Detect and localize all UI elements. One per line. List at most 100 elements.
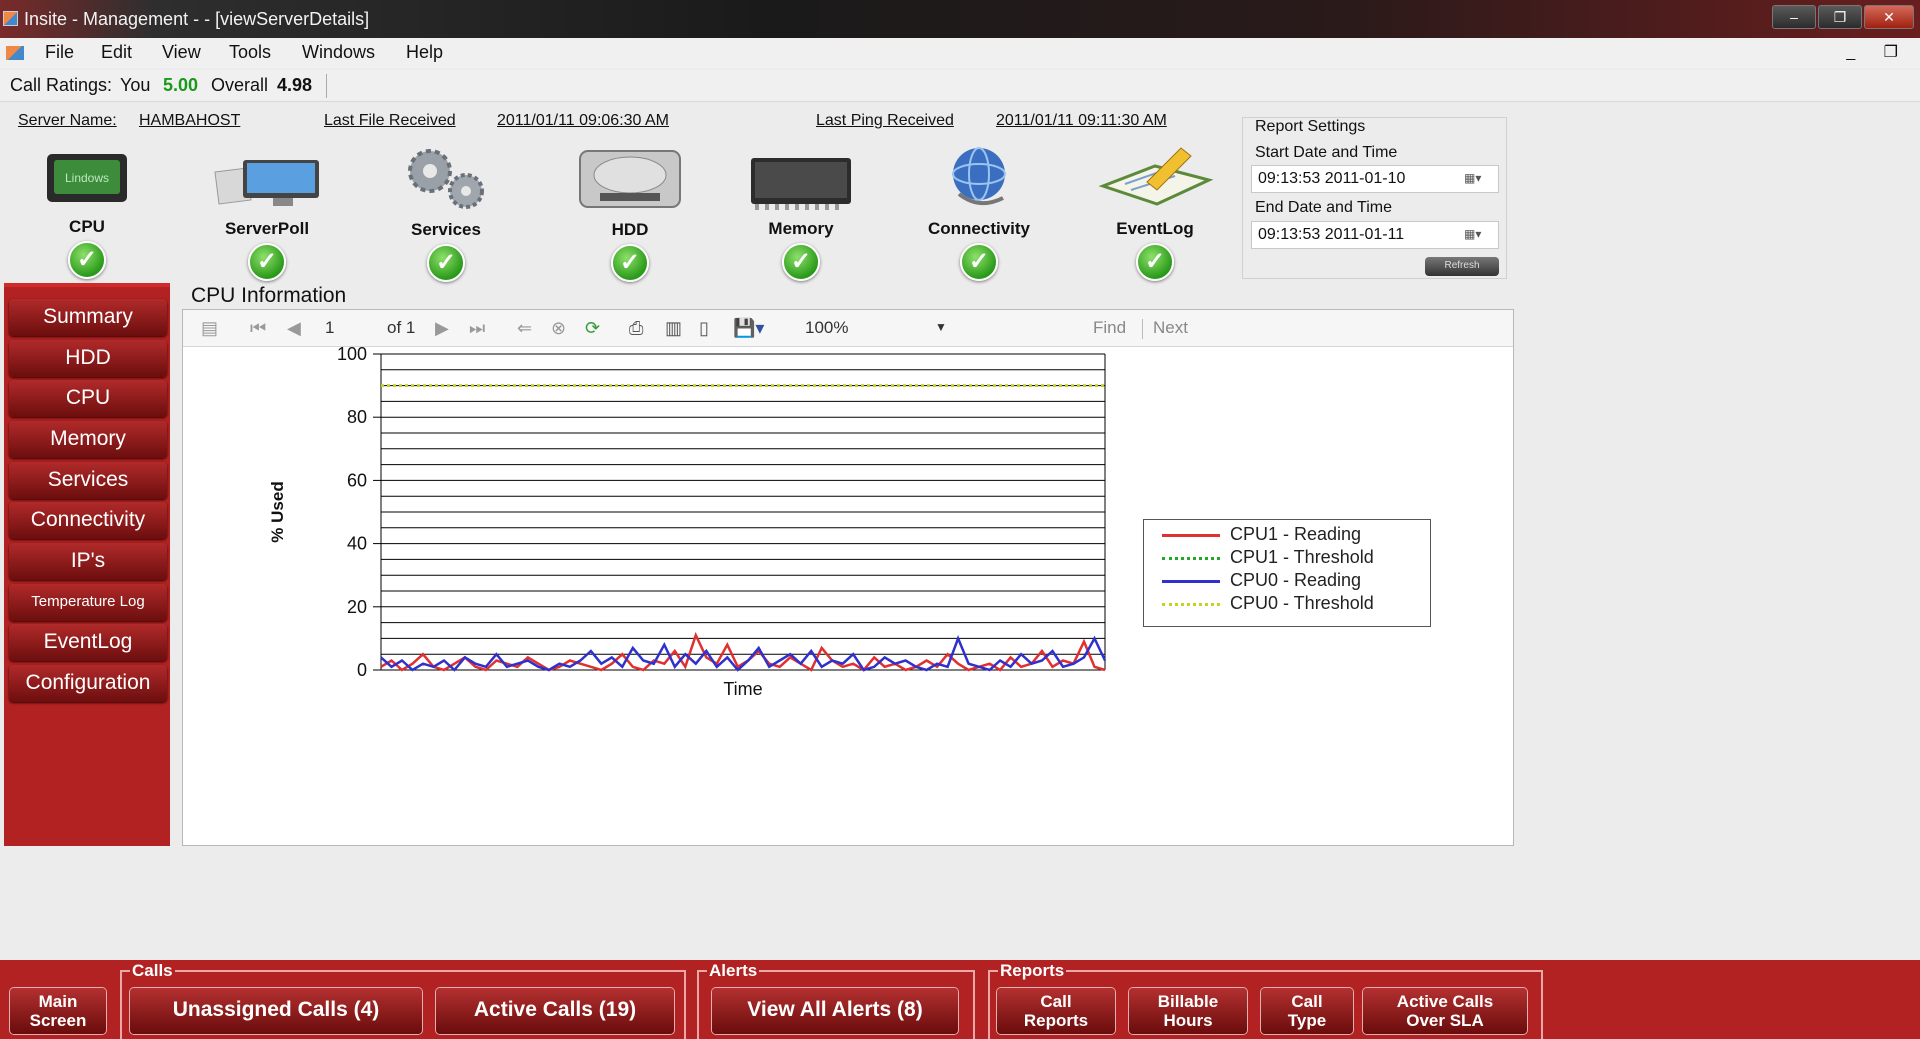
svg-text:Lindows: Lindows bbox=[65, 171, 109, 185]
call-type-label: Call Type bbox=[1287, 992, 1327, 1030]
call-reports-button[interactable]: Call Reports bbox=[997, 988, 1115, 1034]
mdi-child-icon[interactable] bbox=[6, 46, 24, 60]
refresh-icon[interactable]: ⟳ bbox=[585, 318, 600, 339]
restore-button[interactable]: ❐ bbox=[1818, 5, 1862, 29]
refresh-button[interactable]: Refresh bbox=[1425, 257, 1499, 276]
end-date-label: End Date and Time bbox=[1255, 199, 1392, 216]
ok-check-icon: ✓ bbox=[611, 244, 649, 282]
menu-edit[interactable]: Edit bbox=[101, 42, 132, 63]
last-page-icon[interactable]: ⏭ bbox=[469, 318, 485, 339]
ok-check-icon: ✓ bbox=[248, 243, 286, 281]
sidebar-item-memory[interactable]: Memory bbox=[9, 421, 167, 458]
sidebar-item-summary[interactable]: Summary bbox=[9, 299, 167, 336]
menu-windows[interactable]: Windows bbox=[302, 42, 375, 63]
unassigned-calls-button[interactable]: Unassigned Calls (4) bbox=[130, 988, 422, 1034]
status-cpu[interactable]: Lindows CPU ✓ bbox=[27, 148, 147, 279]
window-titlebar: Insite - Management - - [viewServerDetai… bbox=[0, 0, 1920, 38]
server-name-value[interactable]: HAMBAHOST bbox=[139, 112, 240, 130]
legend-label: CPU1 - Reading bbox=[1230, 524, 1362, 544]
status-services[interactable]: Services ✓ bbox=[386, 147, 506, 282]
y-tick-label: 60 bbox=[347, 470, 367, 490]
server-name-label: Server Name: bbox=[18, 112, 117, 129]
sidebar-item-configuration[interactable]: Configuration bbox=[9, 665, 167, 702]
sidebar-item-services[interactable]: Services bbox=[9, 462, 167, 499]
divider bbox=[1142, 319, 1143, 339]
active-calls-over-sla-label: Active Calls Over SLA bbox=[1396, 992, 1494, 1030]
sidebar-item-ips[interactable]: IP's bbox=[9, 543, 167, 580]
y-tick-label: 100 bbox=[337, 347, 367, 364]
stop-icon[interactable]: ⊗ bbox=[551, 318, 566, 339]
sidebar-item-eventlog[interactable]: EventLog bbox=[9, 624, 167, 661]
status-memory[interactable]: Memory ✓ bbox=[741, 150, 861, 281]
window-controls: ‒ ❐ ✕ bbox=[1772, 5, 1914, 29]
menu-view[interactable]: View bbox=[162, 42, 201, 63]
sidebar-item-cpu[interactable]: CPU bbox=[9, 380, 167, 417]
menu-tools[interactable]: Tools bbox=[229, 42, 271, 63]
last-ping-value[interactable]: 2011/01/11 09:11:30 AM bbox=[996, 112, 1167, 130]
current-page-input[interactable]: 1 bbox=[325, 318, 334, 338]
call-type-button[interactable]: Call Type bbox=[1261, 988, 1353, 1034]
last-file-value[interactable]: 2011/01/11 09:06:30 AM bbox=[497, 112, 669, 130]
main-screen-label: Main Screen bbox=[29, 992, 87, 1030]
first-page-icon[interactable]: ⏮ bbox=[250, 318, 266, 339]
legend-swatch bbox=[1162, 534, 1220, 537]
start-date-picker[interactable]: 09:13:53 2011-01-10 ▦▾ bbox=[1251, 165, 1499, 193]
billable-hours-button[interactable]: Billable Hours bbox=[1129, 988, 1247, 1034]
menu-file[interactable]: File bbox=[45, 42, 74, 63]
export-icon[interactable]: 💾▾ bbox=[733, 318, 764, 339]
y-tick-label: 80 bbox=[347, 407, 367, 427]
y-tick-label: 20 bbox=[347, 597, 367, 617]
chevron-down-icon[interactable]: ▼ bbox=[935, 320, 947, 334]
sidebar-item-connectivity[interactable]: Connectivity bbox=[9, 502, 167, 539]
divider bbox=[326, 74, 327, 98]
status-hdd[interactable]: HDD ✓ bbox=[570, 147, 690, 282]
report-settings-panel: Report Settings Start Date and Time 09:1… bbox=[1242, 117, 1507, 279]
status-label: ServerPoll bbox=[224, 219, 310, 238]
next-page-icon[interactable]: ▶ bbox=[435, 318, 449, 339]
next-link[interactable]: Next bbox=[1153, 318, 1188, 338]
print-icon[interactable]: ⎙ bbox=[629, 318, 643, 339]
hard-drive-icon bbox=[579, 150, 681, 208]
minimize-button[interactable]: ‒ bbox=[1772, 5, 1816, 29]
app-icon bbox=[3, 11, 18, 26]
call-reports-label: Call Reports bbox=[1023, 992, 1089, 1030]
status-label: Connectivity bbox=[927, 219, 1031, 238]
print-layout-icon[interactable]: ▥ bbox=[665, 318, 682, 339]
end-date-picker[interactable]: 09:13:53 2011-01-11 ▦▾ bbox=[1251, 221, 1499, 249]
window-title: Insite - Management - - [viewServerDetai… bbox=[24, 9, 370, 29]
find-link[interactable]: Find bbox=[1093, 318, 1126, 338]
status-label: EventLog bbox=[1116, 219, 1194, 238]
active-calls-button[interactable]: Active Calls (19) bbox=[436, 988, 674, 1034]
last-ping-label: Last Ping Received bbox=[816, 112, 954, 129]
previous-page-icon[interactable]: ◀ bbox=[287, 318, 301, 339]
calendar-dropdown-icon[interactable]: ▦▾ bbox=[1464, 227, 1492, 243]
bottom-command-bar: Main Screen Calls Unassigned Calls (4) A… bbox=[0, 960, 1920, 1039]
view-all-alerts-button[interactable]: View All Alerts (8) bbox=[712, 988, 958, 1034]
calendar-dropdown-icon[interactable]: ▦▾ bbox=[1464, 171, 1492, 187]
legend-label: CPU0 - Threshold bbox=[1230, 593, 1374, 613]
status-eventlog[interactable]: EventLog ✓ bbox=[1095, 146, 1215, 281]
main-screen-button[interactable]: Main Screen bbox=[10, 988, 106, 1034]
ratings-overall-label: Overall bbox=[211, 75, 269, 95]
y-tick-label: 40 bbox=[347, 534, 367, 554]
sidebar-item-temperature-log[interactable]: Temperature Log bbox=[9, 584, 167, 621]
menu-bar: File Edit View Tools Windows Help _ ❐ bbox=[0, 38, 1920, 68]
calls-group-label: Calls bbox=[130, 961, 175, 981]
sidebar-item-hdd[interactable]: HDD bbox=[9, 340, 167, 377]
y-axis-label: % Used bbox=[268, 481, 287, 542]
status-serverpoll[interactable]: ServerPoll ✓ bbox=[207, 150, 327, 281]
back-icon[interactable]: ⇐ bbox=[517, 318, 532, 339]
globe-network-icon bbox=[952, 147, 1006, 206]
report-settings-title: Report Settings bbox=[1255, 118, 1366, 135]
ratings-overall-value: 4.98 bbox=[277, 75, 313, 95]
menu-help[interactable]: Help bbox=[406, 42, 443, 63]
close-button[interactable]: ✕ bbox=[1864, 5, 1914, 29]
zoom-value: 100% bbox=[805, 318, 849, 337]
page-setup-icon[interactable]: ▯ bbox=[699, 318, 709, 339]
status-connectivity[interactable]: Connectivity ✓ bbox=[919, 146, 1039, 281]
report-toolbar: ▤ ⏮ ◀ 1 of 1 ▶ ⏭ ⇐ ⊗ ⟳ ⎙ ▥ ▯ 💾▾ 100% ▼ F… bbox=[183, 310, 1513, 347]
ok-check-icon: ✓ bbox=[68, 241, 106, 279]
active-calls-over-sla-button[interactable]: Active Calls Over SLA bbox=[1363, 988, 1527, 1034]
document-map-icon[interactable]: ▤ bbox=[201, 318, 218, 339]
mdi-controls[interactable]: _ ❐ bbox=[1846, 42, 1910, 62]
